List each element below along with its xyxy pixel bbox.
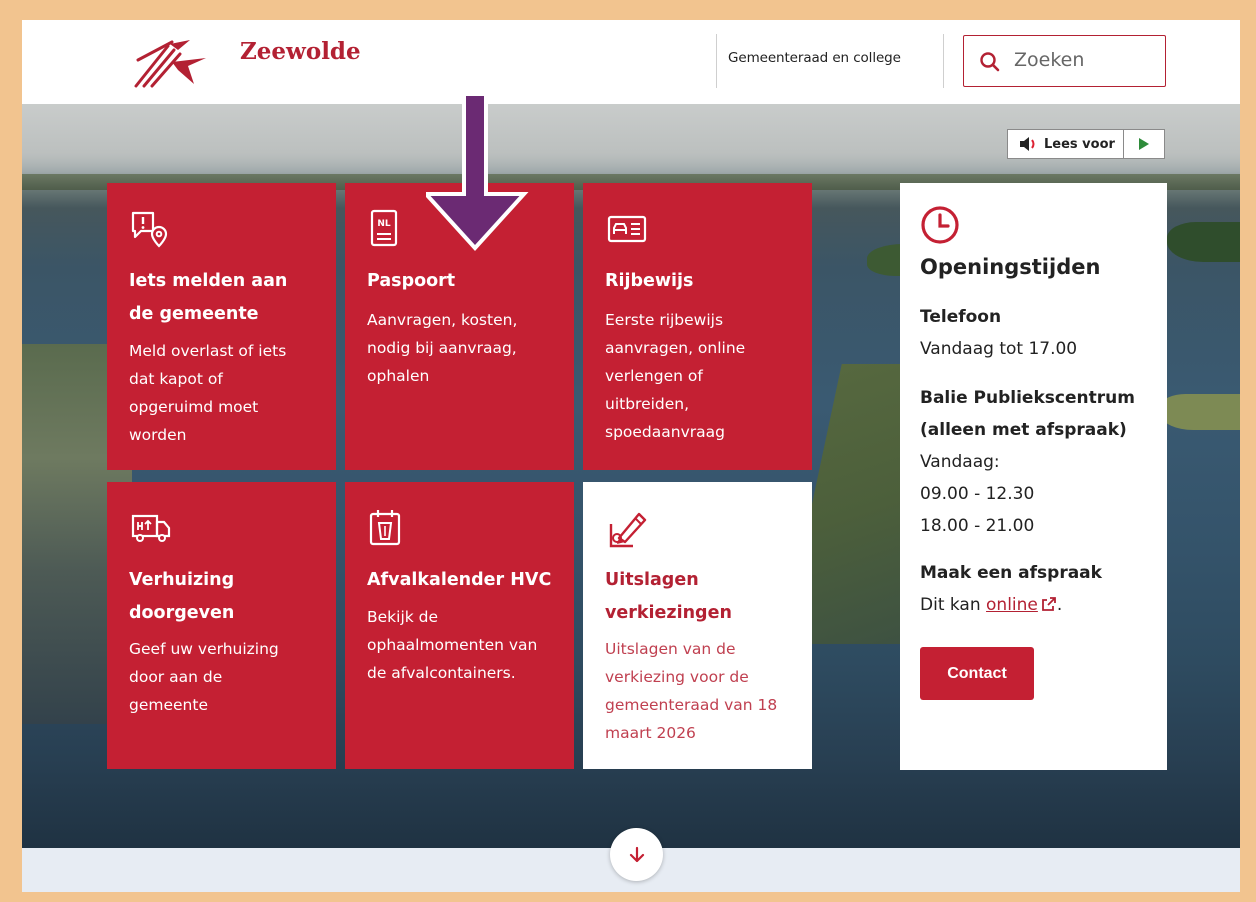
waste-calendar-icon bbox=[369, 510, 401, 546]
tile-description: Eerste rijbewijs aanvragen, online verlen… bbox=[605, 311, 746, 441]
tile-title: Rijbewijs bbox=[605, 271, 694, 291]
drivers-license-icon bbox=[607, 215, 647, 243]
header-divider bbox=[943, 34, 944, 88]
tile-title: Iets melden aan de gemeente bbox=[129, 271, 288, 324]
readspeaker-label: Lees voor bbox=[1044, 136, 1115, 152]
clock-icon bbox=[921, 206, 959, 244]
passport-icon: NL bbox=[370, 209, 398, 247]
tile-election-results[interactable]: Uitslagen verkiezingen Uitslagen van de ve… bbox=[583, 482, 812, 769]
readspeaker-button[interactable]: Lees voor bbox=[1008, 130, 1124, 158]
play-icon bbox=[1139, 138, 1149, 150]
tile-title: Uitslagen verkiezingen bbox=[605, 570, 732, 623]
search-placeholder: Zoeken bbox=[1014, 49, 1085, 71]
tile-moving[interactable]: Verhuizing doorgeven Geef uw verhuizing do… bbox=[107, 482, 336, 769]
phone-hours: Vandaag tot 17.00 bbox=[920, 339, 1078, 359]
browser-frame: Zeewolde Gemeenteraad en college Zoeken bbox=[22, 20, 1240, 892]
svg-text:NL: NL bbox=[377, 219, 391, 229]
header-divider bbox=[716, 34, 717, 88]
desk-hours: Vandaag: 09.00 - 12.30 18.00 - 21.00 bbox=[920, 452, 1035, 536]
scroll-down-button[interactable] bbox=[610, 828, 663, 881]
appointment-label: Maak een afspraak bbox=[920, 563, 1102, 583]
report-location-icon bbox=[131, 211, 168, 248]
external-link-icon bbox=[1041, 597, 1056, 611]
opening-hours-title: Openingstijden bbox=[920, 255, 1101, 279]
brand-name[interactable]: Zeewolde bbox=[240, 38, 361, 65]
contact-button[interactable]: Contact bbox=[920, 647, 1034, 700]
tile-description: Meld overlast of iets dat kapot of opgeru… bbox=[129, 342, 287, 444]
vote-pen-icon bbox=[609, 512, 647, 548]
online-appointment-link[interactable]: online bbox=[986, 595, 1038, 615]
tile-title: Afvalkalender HVC bbox=[367, 570, 552, 590]
phone-label: Telefoon bbox=[920, 307, 1002, 327]
opening-hours-panel: Openingstijden Telefoon Vandaag tot 17.0… bbox=[900, 183, 1167, 770]
appointment-text: Dit kan online. bbox=[920, 595, 1063, 615]
tile-description: Bekijk de ophaalmomenten van de afvalcont… bbox=[367, 608, 538, 682]
nav-link-council[interactable]: Gemeenteraad en college bbox=[728, 50, 901, 66]
tile-title: Paspoort bbox=[367, 271, 456, 291]
search-input[interactable]: Zoeken bbox=[963, 35, 1166, 87]
desk-label: Balie Publiekscentrum (alleen met afspra… bbox=[920, 388, 1135, 440]
tile-description: Uitslagen van de verkiezing voor de gemee… bbox=[605, 640, 778, 742]
arrow-down-icon bbox=[629, 846, 644, 862]
tile-drivers-license[interactable]: Rijbewijs Eerste rijbewijs aanvragen, onl… bbox=[583, 183, 812, 470]
zeewolde-logo-icon[interactable] bbox=[132, 36, 208, 90]
tile-description: Aanvragen, kosten, nodig bij aanvraag, op… bbox=[367, 311, 518, 385]
moving-truck-icon bbox=[131, 514, 171, 542]
search-icon bbox=[980, 52, 1000, 72]
tile-title: Verhuizing doorgeven bbox=[129, 570, 235, 623]
readspeaker-widget[interactable]: Lees voor bbox=[1007, 129, 1165, 159]
tile-report-issue[interactable]: Iets melden aan de gemeente Meld overlast… bbox=[107, 183, 336, 470]
tile-description: Geef uw verhuizing door aan de gemeente bbox=[129, 640, 279, 714]
annotation-arrow-icon bbox=[426, 94, 529, 251]
tile-waste-calendar[interactable]: Afvalkalender HVC Bekijk de ophaalmomente… bbox=[345, 482, 574, 769]
site-header: Zeewolde Gemeenteraad en college Zoeken bbox=[22, 20, 1240, 104]
play-button[interactable] bbox=[1124, 130, 1164, 158]
speaker-icon bbox=[1020, 137, 1035, 151]
